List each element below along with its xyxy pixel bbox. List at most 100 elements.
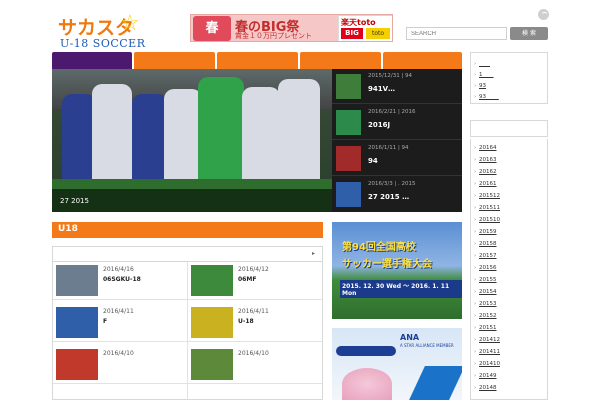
rss-icon[interactable]: [538, 9, 549, 20]
post-item[interactable]: 2016/4/10: [188, 346, 322, 384]
ana-brand: ANA: [400, 333, 420, 342]
archive-link[interactable]: 201512: [474, 193, 500, 199]
player-figure: [278, 79, 320, 189]
post-list: ▸ 2016/4/16 06SGKU-18 2016/4/12 06MF 201…: [52, 246, 323, 400]
post-title: F: [103, 318, 108, 325]
post-thumbnail: [191, 349, 233, 380]
main-nav: [52, 52, 462, 69]
player-figure: [62, 94, 96, 189]
nav-item-2[interactable]: [134, 52, 215, 69]
archive-link[interactable]: 20158: [474, 241, 496, 247]
archive-link[interactable]: 20155: [474, 277, 496, 283]
thumb-image: [336, 146, 361, 171]
thumb-title: 941V…: [368, 85, 396, 93]
post-item[interactable]: 2016/4/10: [53, 346, 187, 384]
slider-thumb[interactable]: 2016/2/21 | 2016 2016J: [332, 105, 462, 140]
sidebar-link[interactable]: 93: [474, 83, 486, 89]
archive-link[interactable]: 201410: [474, 361, 500, 367]
thumb-title: 27 2015 …: [368, 193, 410, 201]
goalkeeper-figure: [198, 77, 244, 189]
star-icon: ☆: [120, 11, 140, 36]
toto-logo: 楽天toto BIG toto: [338, 16, 392, 41]
post-item[interactable]: 2016/4/11 U-18: [188, 304, 322, 342]
post-date: 2016/4/11: [103, 308, 134, 315]
post-title: U-18: [238, 318, 254, 325]
thumb-image: [336, 182, 361, 207]
archive-link[interactable]: 20159: [474, 229, 496, 235]
featured-slider: 27 2015 2015/12/31 | 94 941V… 2016/2/21 …: [52, 69, 462, 212]
toto-big-badge: BIG: [341, 28, 363, 39]
slider-thumbnails: 2015/12/31 | 94 941V… 2016/2/21 | 2016 2…: [332, 69, 462, 212]
player-figure: [92, 84, 132, 189]
nav-item-3[interactable]: [217, 52, 298, 69]
archive-link[interactable]: 20154: [474, 289, 496, 295]
more-arrow-icon[interactable]: ▸: [312, 250, 315, 257]
slide-photo[interactable]: 27 2015: [52, 69, 332, 212]
ana-tagline: A STAR ALLIANCE MEMBER: [400, 343, 454, 348]
archive-link[interactable]: 20152: [474, 313, 496, 319]
post-item[interactable]: 2016/4/16 06SGKU-18: [53, 262, 187, 300]
nav-item-5[interactable]: [383, 52, 462, 69]
archive-list: 20164 20163 20162 20161 201512 201511 20…: [470, 139, 548, 400]
ad-title-line2: サッカー選手権大会: [342, 259, 432, 270]
archive-link[interactable]: 20153: [474, 301, 496, 307]
post-date: 2016/4/12: [238, 266, 269, 273]
page: サカスタ ☆ U-18 SOCCER 春 春のBIG祭 賞金１０万円プレゼント …: [0, 0, 600, 400]
slider-thumb[interactable]: 2016/3/3 | . 2015 27 2015 …: [332, 177, 462, 212]
archive-link[interactable]: 201511: [474, 205, 500, 211]
player-figure: [242, 87, 280, 189]
archive-link[interactable]: 20148: [474, 385, 496, 391]
thumb-meta: 2016/3/3 | . 2015: [368, 181, 416, 187]
slider-thumb[interactable]: 2016/1/11 | 94 94: [332, 141, 462, 176]
archive-link[interactable]: 20156: [474, 265, 496, 271]
nav-item-4[interactable]: [300, 52, 381, 69]
archive-link[interactable]: 20161: [474, 181, 496, 187]
archive-link[interactable]: 20162: [474, 169, 496, 175]
sidebar-link[interactable]: 93 ____: [474, 94, 499, 100]
archive-link[interactable]: 20157: [474, 253, 496, 259]
post-thumbnail: [56, 349, 98, 380]
slide-caption: 27 2015: [52, 189, 332, 212]
ana-ad[interactable]: ANA A STAR ALLIANCE MEMBER: [332, 328, 462, 400]
post-item[interactable]: 2016/4/12 06MF: [188, 262, 322, 300]
archive-link[interactable]: 201412: [474, 337, 500, 343]
archive-link[interactable]: 20149: [474, 373, 496, 379]
sidebar-link[interactable]: 1____: [474, 72, 493, 78]
archive-link[interactable]: 201411: [474, 349, 500, 355]
archive-link[interactable]: 20163: [474, 157, 496, 163]
logo-subtitle: U-18 SOCCER: [60, 37, 146, 50]
post-date: 2016/4/10: [238, 350, 269, 357]
ad-dates: 2015. 12. 30 Wed ～ 2016. 1. 11 Mon: [340, 280, 462, 298]
archive-link[interactable]: 20164: [474, 145, 496, 151]
player-figure: [164, 89, 202, 189]
airplane-icon: [336, 346, 396, 356]
archive-link[interactable]: 201510: [474, 217, 500, 223]
post-thumbnail: [191, 307, 233, 338]
banner-subtext: 賞金１０万円プレゼント: [235, 32, 312, 40]
site-logo[interactable]: サカスタ ☆ U-18 SOCCER: [56, 11, 146, 50]
archive-link[interactable]: 20151: [474, 325, 496, 331]
slider-thumb[interactable]: 2015/12/31 | 94 941V…: [332, 69, 462, 104]
thumb-title: 94: [368, 157, 378, 165]
banner-flower: 春: [193, 16, 231, 41]
thumb-image: [336, 74, 361, 99]
tournament-ad[interactable]: 第94回全国高校 サッカー選手権大会 2015. 12. 30 Wed ～ 20…: [332, 222, 462, 319]
cherry-tree-image: [342, 368, 392, 400]
toto-brand: 楽天toto: [341, 18, 376, 27]
search-button[interactable]: 検 索: [510, 27, 548, 40]
header-banner-ad[interactable]: 春 春のBIG祭 賞金１０万円プレゼント 楽天toto BIG toto: [190, 14, 393, 42]
sidebar-link[interactable]: ____: [474, 61, 490, 67]
thumb-image: [336, 110, 361, 135]
thumb-title: 2016J: [368, 121, 391, 129]
nav-item-home[interactable]: [52, 52, 132, 69]
post-title: 06SGKU-18: [103, 276, 141, 283]
thumb-meta: 2015/12/31 | 94: [368, 73, 413, 79]
post-item[interactable]: 2016/4/11 F: [53, 304, 187, 342]
thumb-meta: 2016/1/11 | 94: [368, 145, 409, 151]
search-input[interactable]: [406, 27, 507, 40]
post-title: 06MF: [238, 276, 257, 283]
thumb-meta: 2016/2/21 | 2016: [368, 109, 416, 115]
sidebar-links-box: ____ 1____ 93 93 ____: [470, 52, 548, 104]
archive-header: [470, 120, 548, 137]
toto-mini-badge: toto: [366, 28, 390, 39]
